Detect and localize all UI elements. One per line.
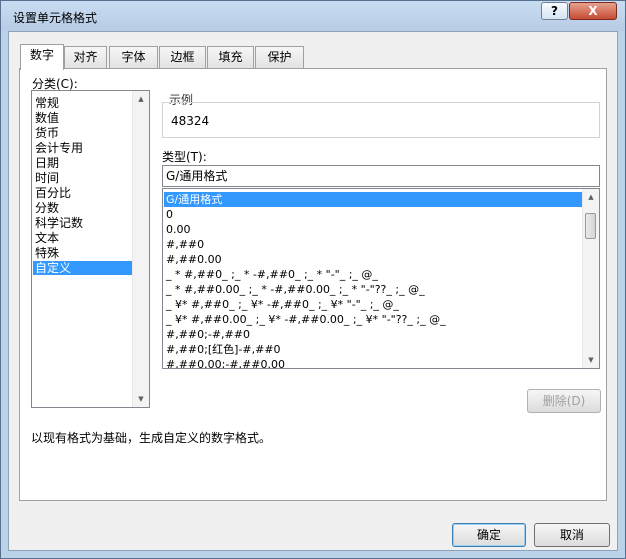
- sample-box: 48324: [162, 102, 600, 138]
- dialog-title: 设置单元格格式: [13, 11, 98, 25]
- format-item[interactable]: _ ¥* #,##0_ ;_ ¥* -#,##0_ ;_ ¥* "-"_ ;_ …: [166, 297, 399, 312]
- format-item[interactable]: #,##0.00;-#,##0.00: [166, 357, 285, 368]
- format-item[interactable]: 0.00: [166, 222, 191, 237]
- title-bar[interactable]: 设置单元格格式 ? X: [1, 1, 625, 31]
- format-item[interactable]: _ ¥* #,##0.00_ ;_ ¥* -#,##0.00_ ;_ ¥* "-…: [166, 312, 446, 327]
- format-item[interactable]: _ * #,##0_ ;_ * -#,##0_ ;_ * "-"_ ;_ @_: [166, 267, 378, 282]
- sample-value: 48324: [171, 114, 210, 128]
- category-item[interactable]: 时间: [35, 171, 133, 185]
- format-list[interactable]: G/通用格式 0 0.00 #,##0 #,##0.00 _ * #,##0_ …: [162, 188, 600, 369]
- type-label: 类型(T):: [162, 150, 207, 164]
- delete-button[interactable]: 删除(D): [527, 389, 601, 413]
- tab-font[interactable]: 字体: [109, 46, 158, 68]
- dialog-client: 数字 对齐 字体 边框 填充 保护 分类(C): 常规 数值 货币 会计专用 日…: [8, 31, 618, 551]
- tab-fill[interactable]: 填充: [207, 46, 254, 68]
- category-item[interactable]: 文本: [35, 231, 133, 245]
- number-tab-panel: 分类(C): 常规 数值 货币 会计专用 日期 时间 百分比 分数 科学记数 文…: [19, 68, 607, 501]
- format-item[interactable]: 0: [166, 207, 173, 222]
- category-list[interactable]: 常规 数值 货币 会计专用 日期 时间 百分比 分数 科学记数 文本 特殊 自定…: [31, 90, 150, 408]
- format-scrollbar[interactable]: ▲ ▼: [582, 189, 599, 368]
- scroll-up-icon[interactable]: ▲: [583, 190, 599, 204]
- format-item[interactable]: _ * #,##0.00_ ;_ * -#,##0.00_ ;_ * "-"??…: [166, 282, 425, 297]
- ok-button[interactable]: 确定: [452, 523, 526, 547]
- format-item[interactable]: #,##0;[红色]-#,##0: [166, 342, 281, 357]
- tab-alignment[interactable]: 对齐: [64, 46, 107, 68]
- format-item-selected[interactable]: G/通用格式: [164, 192, 582, 207]
- close-button[interactable]: X: [569, 2, 617, 20]
- tab-border[interactable]: 边框: [159, 46, 206, 68]
- scroll-down-icon[interactable]: ▼: [133, 392, 149, 406]
- format-cells-dialog: 设置单元格格式 ? X 数字 对齐 字体 边框 填充 保护 分类(C): 常规 …: [0, 0, 626, 559]
- cancel-button[interactable]: 取消: [534, 523, 610, 547]
- format-item[interactable]: #,##0;-#,##0: [166, 327, 250, 342]
- tab-number[interactable]: 数字: [20, 44, 64, 70]
- category-item[interactable]: 会计专用: [35, 141, 133, 155]
- category-item[interactable]: 日期: [35, 156, 133, 170]
- help-button[interactable]: ?: [541, 2, 568, 20]
- scroll-thumb[interactable]: [585, 213, 596, 239]
- category-item[interactable]: 特殊: [35, 246, 133, 260]
- category-item[interactable]: 分数: [35, 201, 133, 215]
- scroll-up-icon[interactable]: ▲: [133, 92, 149, 106]
- category-item[interactable]: 科学记数: [35, 216, 133, 230]
- format-item[interactable]: #,##0: [166, 237, 204, 252]
- category-scrollbar[interactable]: ▲ ▼: [132, 91, 149, 407]
- category-item[interactable]: 百分比: [35, 186, 133, 200]
- scroll-down-icon[interactable]: ▼: [583, 353, 599, 367]
- category-item[interactable]: 货币: [35, 126, 133, 140]
- tab-protection[interactable]: 保护: [255, 46, 304, 68]
- format-item[interactable]: #,##0.00: [166, 252, 222, 267]
- category-item[interactable]: 常规: [35, 96, 133, 110]
- category-item-selected[interactable]: 自定义: [33, 261, 133, 275]
- description-text: 以现有格式为基础，生成自定义的数字格式。: [31, 431, 272, 445]
- category-item[interactable]: 数值: [35, 111, 133, 125]
- type-input[interactable]: G/通用格式: [162, 165, 600, 187]
